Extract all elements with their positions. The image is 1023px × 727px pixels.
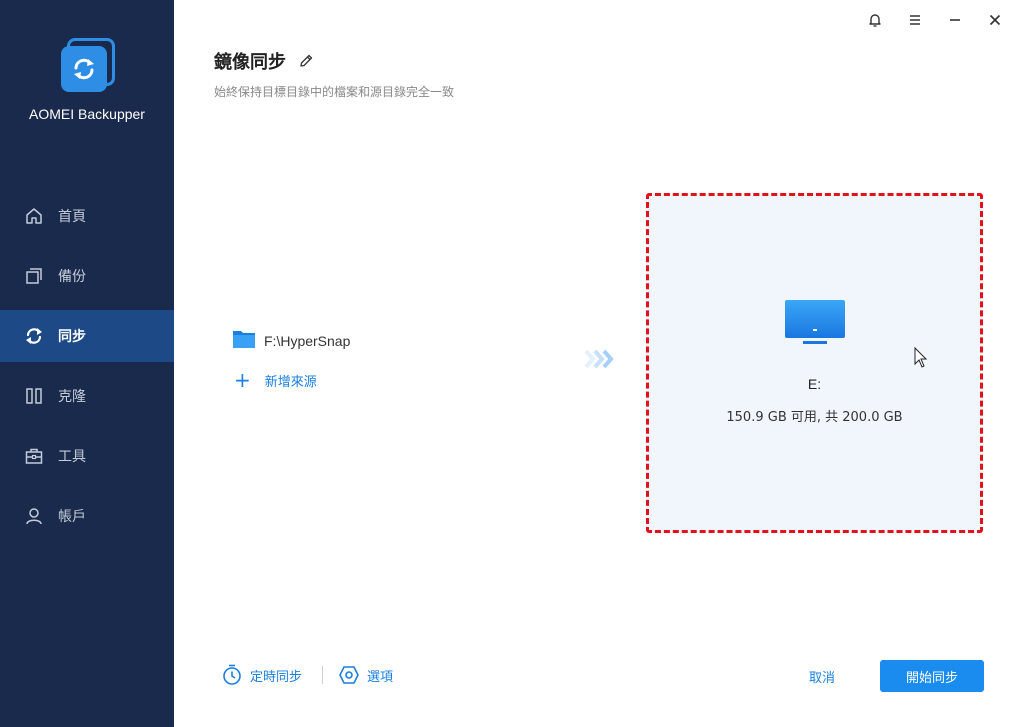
user-icon [24, 506, 44, 526]
sidebar-item-account[interactable]: 帳戶 [0, 490, 174, 542]
source-item[interactable]: F:\HyperSnap [232, 328, 350, 354]
menu-icon[interactable] [895, 8, 935, 32]
title-row: 鏡像同步 [214, 48, 314, 74]
sidebar: AOMEI Backupper 首頁 備份 同步 克隆 工具 帳戶 [0, 0, 174, 727]
clock-icon [222, 664, 242, 686]
start-sync-button[interactable]: 開始同步 [880, 660, 984, 692]
sidebar-item-label: 帳戶 [58, 509, 86, 525]
bell-icon[interactable] [855, 8, 895, 32]
sidebar-item-tools[interactable]: 工具 [0, 430, 174, 482]
copy-icon [24, 266, 44, 286]
sidebar-item-label: 工具 [58, 449, 86, 465]
page-subtitle: 始終保持目標目錄中的檔案和源目錄完全一致 [214, 85, 455, 99]
destination-box[interactable]: E: 150.9 GB 可用, 共 200.0 GB [646, 193, 983, 533]
app-name: AOMEI Backupper [29, 106, 145, 122]
sidebar-item-label: 備份 [58, 269, 86, 285]
destination-drive: E: [807, 376, 822, 392]
plus-icon: + [234, 368, 251, 392]
toolbox-icon [24, 446, 44, 466]
mouse-cursor-icon [914, 346, 928, 373]
sidebar-item-label: 首頁 [58, 209, 86, 225]
folder-icon [232, 328, 256, 354]
source-path: F:\HyperSnap [264, 333, 351, 349]
add-source-label: 新增來源 [264, 374, 317, 390]
edit-pencil-icon[interactable] [298, 53, 314, 69]
sidebar-item-label: 同步 [58, 329, 86, 345]
schedule-sync-label: 定時同步 [250, 669, 303, 685]
sidebar-item-label: 克隆 [58, 389, 86, 405]
sidebar-item-clone[interactable]: 克隆 [0, 370, 174, 422]
home-icon [24, 206, 44, 226]
footer-left: 定時同步 選項 [222, 664, 393, 686]
sidebar-item-backup[interactable]: 備份 [0, 250, 174, 302]
footer-divider [322, 666, 324, 684]
sync-icon [24, 326, 44, 346]
add-source-button[interactable]: + 新增來源 [234, 370, 317, 390]
app-logo-block: AOMEI Backupper [0, 38, 174, 122]
page-title: 鏡像同步 [214, 52, 286, 73]
gear-icon [339, 665, 359, 685]
sidebar-nav: 首頁 備份 同步 克隆 工具 帳戶 [0, 190, 174, 550]
cancel-button[interactable]: 取消 [790, 661, 854, 691]
sidebar-item-home[interactable]: 首頁 [0, 190, 174, 242]
window-controls [855, 8, 1015, 32]
direction-arrow-icon [584, 348, 616, 370]
options-label: 選項 [367, 669, 394, 685]
minimize-icon[interactable] [935, 8, 975, 32]
schedule-sync-button[interactable]: 定時同步 [222, 664, 302, 686]
sidebar-item-sync[interactable]: 同步 [0, 310, 174, 362]
monitor-icon [783, 298, 847, 354]
close-icon[interactable] [975, 8, 1015, 32]
destination-space: 150.9 GB 可用, 共 200.0 GB [726, 410, 903, 425]
clone-icon [24, 386, 44, 406]
app-logo-icon [59, 38, 115, 94]
options-button[interactable]: 選項 [339, 665, 393, 685]
